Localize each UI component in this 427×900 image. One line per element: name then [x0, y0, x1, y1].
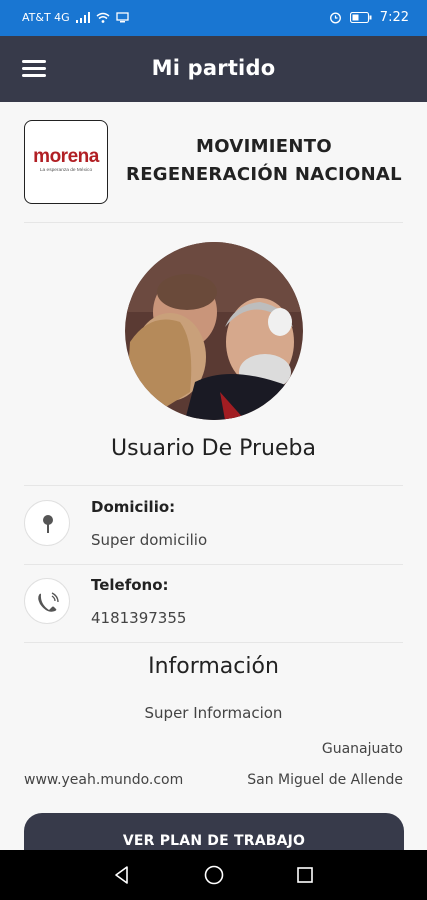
phone-icon: [24, 578, 70, 624]
divider: [24, 642, 403, 643]
telefono-value[interactable]: 4181397355: [91, 609, 186, 627]
clock: 7:22: [379, 10, 409, 25]
status-bar: AT&T 4G 7:22: [0, 0, 427, 36]
city-label: San Miguel de Allende: [247, 772, 403, 788]
divider: [24, 564, 403, 565]
party-logo: morena La esperanza de México: [24, 120, 108, 204]
divider: [24, 485, 403, 486]
logo-tagline: La esperanza de México: [39, 168, 93, 173]
state-label: Guanajuato: [321, 741, 403, 757]
alarm-icon: [329, 12, 341, 24]
avatar-photo: [125, 242, 303, 420]
back-icon[interactable]: [110, 863, 134, 887]
avatar: [125, 242, 303, 420]
view-work-plan-button[interactable]: VER PLAN DE TRABAJO: [24, 813, 404, 850]
app-bar: Mi partido: [0, 36, 427, 102]
info-text: Super Informacion: [144, 704, 283, 722]
recent-apps-icon[interactable]: [293, 863, 317, 887]
battery-icon: [349, 12, 372, 23]
status-right: 7:22: [329, 10, 409, 25]
wifi-icon: [96, 12, 110, 23]
party-name-line1: MOVIMIENTO: [196, 136, 332, 157]
info-title: Información: [148, 654, 279, 679]
status-left: AT&T 4G: [22, 11, 129, 24]
website-link[interactable]: www.yeah.mundo.com: [24, 772, 183, 788]
signal-icon: [75, 12, 90, 23]
home-icon[interactable]: [202, 863, 226, 887]
page-title: Mi partido: [151, 56, 276, 80]
screen-cast-icon: [116, 12, 129, 23]
logo-wordmark: morena: [33, 146, 99, 167]
main-content[interactable]: morena La esperanza de México MOVIMIENTO…: [0, 102, 427, 850]
carrier-label: AT&T 4G: [22, 11, 70, 24]
system-nav-bar: [0, 850, 427, 900]
divider: [24, 222, 403, 223]
telefono-label: Telefono:: [91, 576, 169, 594]
domicilio-value: Super domicilio: [91, 531, 208, 549]
map-pin-icon: [24, 500, 70, 546]
user-name: Usuario De Prueba: [111, 436, 316, 461]
domicilio-label: Domicilio:: [91, 498, 176, 516]
party-name-line2: REGENERACIÓN NACIONAL: [126, 164, 402, 185]
